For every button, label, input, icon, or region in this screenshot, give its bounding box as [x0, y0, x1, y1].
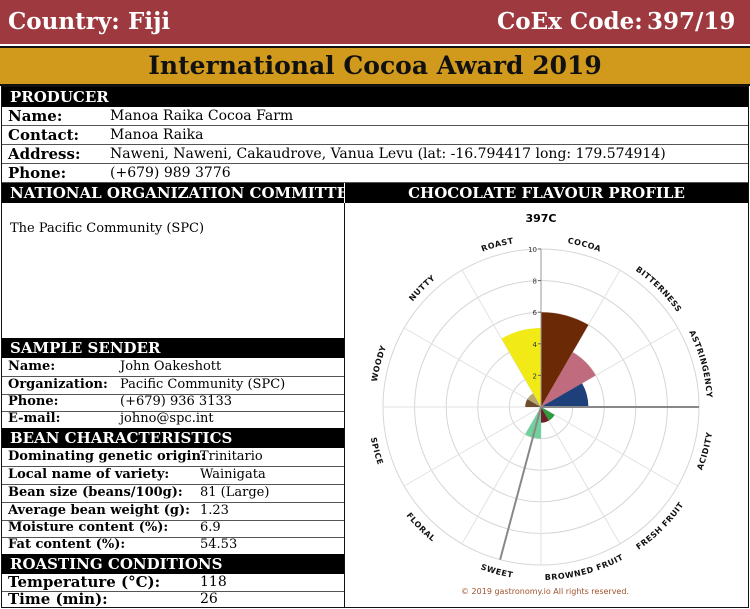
bean-local-label: Local name of variety:	[8, 467, 170, 482]
sender-phone-value: (+679) 936 3133	[120, 394, 233, 409]
category-label: BROWNED FRUIT	[545, 553, 625, 582]
bean-moisture-label: Moisture content (%):	[8, 520, 169, 535]
noc-value: The Pacific Community (SPC)	[10, 221, 205, 236]
category-label: COCOA	[567, 236, 603, 254]
grid-spoke	[540, 406, 679, 487]
tick-label: 4	[533, 341, 538, 349]
chart-copyright: © 2019 gastronomy.io All rights reserved…	[461, 587, 629, 596]
producer-phone-value: (+679) 989 3776	[110, 165, 231, 181]
chart-title: 397C	[525, 212, 556, 225]
needle-2	[499, 406, 542, 560]
grid-spoke	[540, 406, 621, 545]
roasting-heading: ROASTING CONDITIONS	[2, 554, 344, 574]
bean-size-label: Bean size (beans/100g):	[8, 485, 183, 500]
sender-name-label: Name:	[8, 359, 56, 374]
producer-address-value: Naweni, Naweni, Cakaudrove, Vanua Levu (…	[110, 146, 666, 162]
producer-contact-value: Manoa Raika	[110, 127, 204, 143]
category-label: NUTTY	[407, 273, 437, 303]
roast-time-value: 26	[200, 591, 218, 607]
category-label: BITTERNESS	[634, 265, 683, 314]
tick-label: 2	[533, 372, 537, 380]
producer-name-label: Name:	[8, 107, 63, 125]
producer-heading: PRODUCER	[2, 87, 748, 107]
category-label: FLORAL	[405, 511, 438, 544]
bean-weight-label: Average bean weight (g):	[8, 503, 190, 518]
chart-wedges	[501, 312, 596, 439]
roast-time-row: Time (min): 26	[2, 590, 344, 609]
sender-email-row: E-mail: johno@spc.int	[2, 410, 344, 429]
sender-name-value: John Oakeshott	[120, 359, 222, 374]
category-label: SWEET	[480, 562, 514, 579]
sender-org-value: Pacific Community (SPC)	[120, 377, 286, 392]
bean-fat-value: 54.53	[200, 537, 238, 552]
bean-fat-label: Fat content (%):	[8, 537, 126, 552]
bean-fat-row: Fat content (%): 54.53	[2, 536, 344, 555]
country-label: Country:	[8, 8, 120, 35]
bean-size-row: Bean size (beans/100g): 81 (Large)	[2, 484, 344, 503]
sender-name-row: Name: John Oakeshott	[2, 358, 344, 377]
category-label: SPICE	[369, 437, 385, 467]
grid-spoke	[461, 406, 542, 545]
roast-time-label: Time (min):	[8, 590, 108, 608]
bean-origin-row: Dominating genetic origin: Trinitario	[2, 448, 344, 467]
grid-spoke	[403, 406, 542, 487]
category-label: ACIDITY	[695, 431, 714, 471]
country-value: Fiji	[128, 8, 171, 35]
producer-phone-label: Phone:	[8, 164, 67, 182]
sender-email-label: E-mail:	[8, 411, 61, 426]
producer-address-row: Address: Naweni, Naweni, Cakaudrove, Van…	[2, 145, 748, 164]
profile-heading: CHOCOLATE FLAVOUR PROFILE	[345, 183, 748, 203]
sender-org-label: Organization:	[8, 377, 108, 392]
bean-origin-label: Dominating genetic origin:	[8, 449, 206, 464]
coex-label: CoEx Code:	[497, 8, 643, 35]
producer-address-label: Address:	[8, 145, 81, 163]
bean-heading: BEAN CHARACTERISTICS	[2, 428, 344, 448]
bean-local-row: Local name of variety: Wainigata	[2, 466, 344, 485]
producer-name-value: Manoa Raika Cocoa Farm	[110, 108, 294, 124]
flavour-chart-area: 397C 2 4 6 8 10 COCOA BITTERNESS ASTRINGENCY AC…	[345, 203, 748, 607]
roast-temp-value: 118	[200, 574, 227, 590]
category-label: ASTRINGENCY	[687, 329, 714, 399]
award-title: International Cocoa Award 2019	[0, 46, 750, 86]
bean-local-value: Wainigata	[200, 467, 266, 482]
producer-contact-label: Contact:	[8, 126, 80, 144]
noc-box: The Pacific Community (SPC)	[2, 204, 344, 338]
bean-origin-value: Trinitario	[200, 449, 263, 464]
tick-label: 6	[533, 309, 538, 317]
producer-name-row: Name: Manoa Raika Cocoa Farm	[2, 107, 748, 126]
coex-value: 397/19	[647, 8, 736, 35]
country-bar: Country: Fiji CoEx Code: 397/19	[0, 0, 750, 44]
tick-label: 10	[528, 246, 537, 254]
bean-moisture-value: 6.9	[200, 520, 221, 535]
category-label: ROAST	[480, 236, 514, 253]
producer-phone-row: Phone: (+679) 989 3776	[2, 164, 748, 183]
roast-temp-label: Temperature (°C):	[8, 573, 161, 591]
bean-size-value: 81 (Large)	[200, 485, 270, 500]
sender-email-value: johno@spc.int	[120, 411, 214, 426]
category-label: FRESH FRUIT	[634, 500, 685, 551]
flavour-profile-chart: 397C 2 4 6 8 10 COCOA BITTERNESSASTRINGENCY AC…	[369, 212, 714, 596]
tick-label: 8	[533, 278, 537, 286]
bean-weight-value: 1.23	[200, 503, 229, 518]
sender-phone-label: Phone:	[8, 394, 59, 409]
noc-heading: NATIONAL ORGANIZATION COMMITTEE	[2, 183, 359, 203]
sender-heading: SAMPLE SENDER	[2, 338, 344, 358]
producer-contact-row: Contact: Manoa Raika	[2, 126, 748, 145]
